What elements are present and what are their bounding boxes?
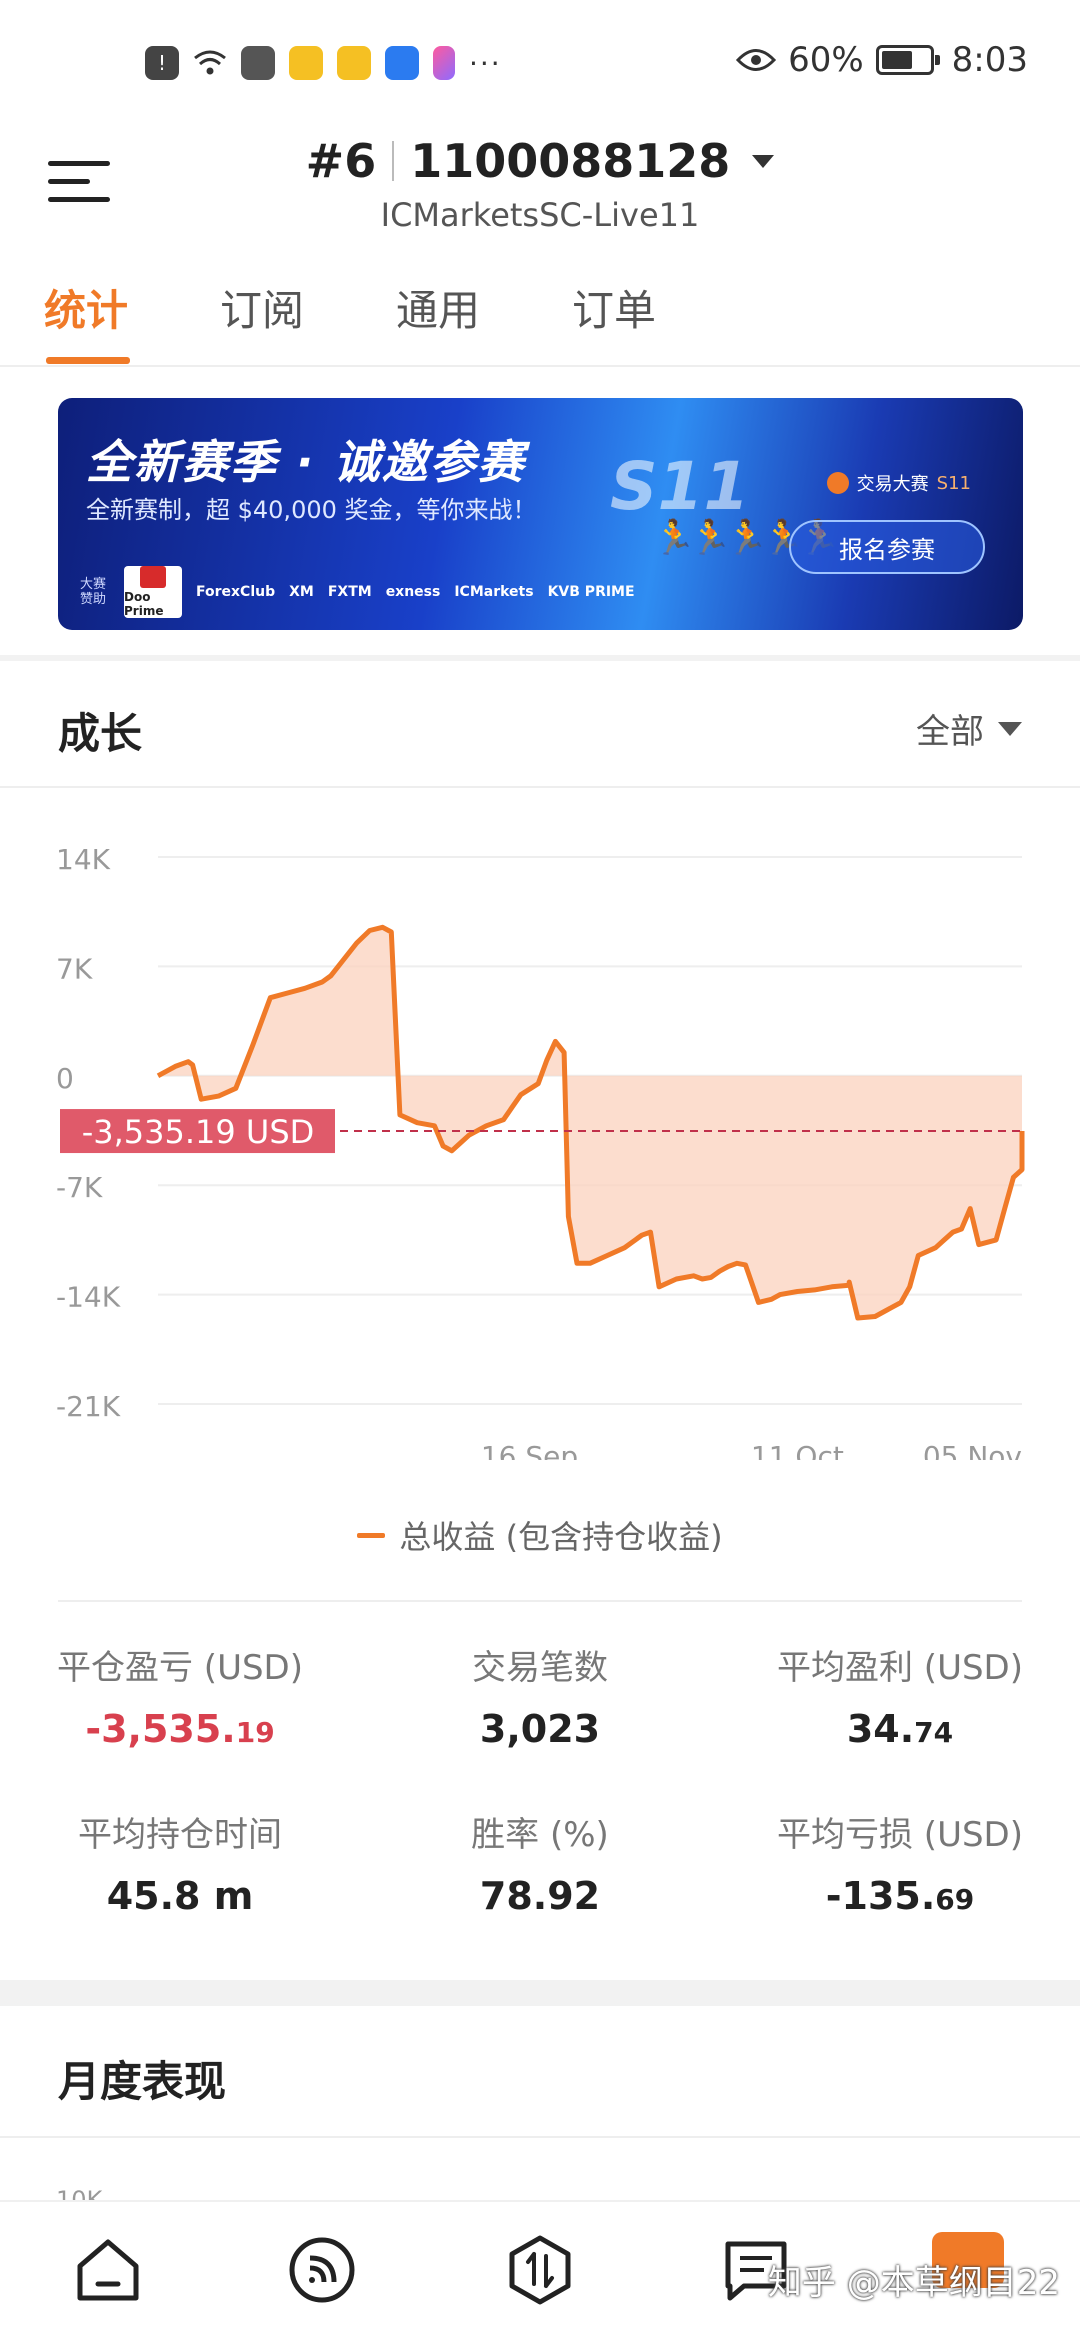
y-tick-label: 14K (56, 843, 111, 876)
section-divider (0, 1980, 1080, 2006)
x-tick-label: 16 Sep (481, 1440, 578, 1460)
legend-swatch (357, 1532, 386, 1538)
legend-label: 总收益 (包含持仓收益) (399, 1518, 723, 1556)
stat-closed-pnl: 平仓盈亏 (USD) -3,535.19 (57, 1648, 303, 1751)
divider (58, 1600, 1022, 1602)
tab-orders[interactable]: 订单 (572, 277, 656, 338)
tab-statistics[interactable]: 统计 (44, 277, 128, 338)
account-selector[interactable]: #6 1100088128 (0, 134, 1080, 188)
y-tick-label: -21K (56, 1390, 121, 1423)
growth-chart-svg: 14K 7K 0 -7K -14K -21K 16 Sep 11 Oct 05 Nov -3,53… (56, 843, 1025, 1460)
y-tick-label: 0 (56, 1062, 74, 1095)
account-rank: #6 (305, 134, 377, 188)
sponsor-kvb: KVB PRIME (547, 584, 635, 600)
current-value-label: -3,535.19 USD (82, 1113, 315, 1151)
watermark: 知乎 @本草纲目22 (767, 2263, 1060, 2303)
account-number: 1100088128 (410, 134, 731, 188)
battery-percent: 60% (788, 40, 864, 80)
sponsor-exness: exness (385, 584, 441, 600)
growth-title: 成长 (58, 709, 143, 758)
tab-subscribe[interactable]: 订阅 (220, 277, 304, 338)
stat-avg-loss: 平均亏损 (USD) -135.69 (777, 1815, 1023, 1918)
banner-subtitle: 全新赛制，超 $40,000 奖金，等你来战！ (86, 496, 537, 524)
doo-prime-logo: Doo Prime (124, 566, 182, 618)
bottom-navigation: 知乎 @本草纲目22 (0, 2200, 1080, 2340)
stat-avg-profit: 平均盈利 (USD) 34.74 (777, 1648, 1023, 1751)
active-tab-indicator (46, 357, 130, 364)
banner-title: 全新赛季 · 诚邀参赛 (86, 435, 526, 489)
sponsor-icmarkets: ICMarkets (454, 584, 534, 600)
battery-icon (875, 45, 940, 75)
divider (0, 2136, 1080, 2138)
clock: 8:03 (951, 40, 1028, 80)
nav-trade[interactable] (500, 2230, 580, 2310)
wifi-icon (193, 46, 227, 80)
system-status: 60% 8:03 (736, 40, 1028, 80)
y-tick-label: 7K (56, 952, 93, 985)
status-bar: ! ··· 60% 8:03 (0, 0, 1080, 130)
contest-banner[interactable]: 全新赛季 · 诚邀参赛 全新赛制，超 $40,000 奖金，等你来战！ S11 … (58, 398, 1023, 630)
sponsor-row: 大赛赞助 Doo Prime ForexClub XM FXTM exness … (80, 566, 635, 618)
banner-season: S11 (610, 448, 750, 525)
stat-avg-hold-time: 平均持仓时间 45.8 m (78, 1815, 282, 1918)
register-contest-button[interactable]: 报名参赛 (789, 520, 985, 574)
app-header: #6 1100088128 ICMarketsSC-Live11 (0, 120, 1080, 245)
huawei-app-icon (241, 46, 275, 80)
chevron-down-icon (998, 721, 1022, 736)
y-tick-label: -7K (56, 1171, 103, 1204)
stat-trade-count: 交易笔数 3,023 (472, 1648, 608, 1751)
tab-general[interactable]: 通用 (396, 277, 480, 338)
app-icon (433, 46, 455, 80)
growth-header: 成长 全部 (0, 660, 1080, 788)
eye-icon (736, 49, 777, 71)
tab-bar: 统计 订阅 通用 订单 (0, 255, 1080, 367)
more-notifications-icon: ··· (469, 46, 502, 80)
contest-logo: 交易大赛 S11 (826, 470, 971, 496)
weibo-icon (289, 46, 323, 80)
chevron-down-icon (752, 154, 775, 168)
account-server: ICMarketsSC-Live11 (380, 196, 700, 234)
nav-home[interactable] (68, 2230, 148, 2310)
stat-win-rate: 胜率 (%) 78.92 (471, 1815, 609, 1918)
chart-legend: 总收益 (包含持仓收益) (0, 1512, 1080, 1558)
sponsor-label: 大赛赞助 (80, 577, 107, 607)
trade-icon (509, 2235, 571, 2305)
x-tick-label: 11 Oct (751, 1440, 844, 1460)
range-filter-dropdown[interactable]: 全部 (916, 704, 1022, 753)
alert-icon: ! (145, 46, 179, 80)
sponsor-xm: XM (289, 584, 314, 600)
car-app-icon (385, 46, 419, 80)
contest-logo-icon (826, 472, 849, 494)
monthly-performance-title: 月度表现 (58, 2057, 227, 2106)
home-icon (77, 2239, 139, 2301)
weibo-icon (337, 46, 371, 80)
sponsor-fxtm: FXTM (327, 584, 372, 600)
y-tick-label: -14K (56, 1281, 121, 1314)
x-tick-label: 05 Nov (923, 1440, 1022, 1460)
notification-icons: ! ··· (145, 46, 502, 80)
sponsor-forexclub: ForexClub (196, 584, 276, 600)
range-filter-value: 全部 (916, 712, 984, 752)
growth-chart[interactable]: 14K 7K 0 -7K -14K -21K 16 Sep 11 Oct 05 Nov -3,53… (0, 800, 1080, 1460)
nav-signals[interactable] (282, 2230, 362, 2310)
signal-icon (289, 2237, 355, 2303)
